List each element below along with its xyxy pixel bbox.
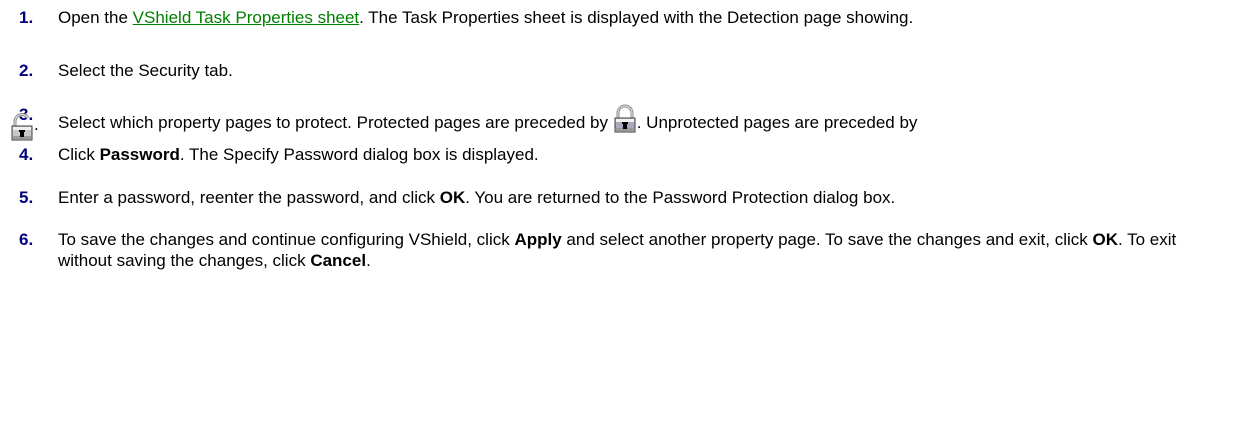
open-padlock-icon: [10, 112, 34, 142]
step-text-part: and select another property page. To sav…: [561, 230, 1093, 249]
step-text-part: . The Task Properties sheet is displayed…: [359, 8, 914, 27]
step-text-part: . The Specify Password dialog box is dis…: [179, 145, 539, 164]
ok-label: OK: [439, 188, 466, 207]
step-number: 4.: [19, 145, 34, 164]
step-number: 6.: [19, 230, 34, 249]
step-number: 1.: [19, 8, 34, 27]
step-text: To save the changes and continue configu…: [58, 229, 1209, 271]
step-number: 2.: [19, 61, 34, 80]
period: .: [34, 115, 39, 134]
step-number: 5.: [19, 188, 34, 207]
password-label: Password: [99, 145, 180, 164]
step-text-part: .: [366, 251, 371, 270]
apply-label: Apply: [514, 230, 562, 249]
step-text-part: . You are returned to the Password Prote…: [465, 188, 896, 207]
step-text-part: Open the: [58, 8, 133, 27]
step-text: Open the VShield Task Properties sheet. …: [58, 7, 1209, 28]
step-text: Enter a password, reenter the password, …: [58, 187, 1209, 208]
cancel-label: Cancel: [310, 251, 367, 270]
step-text-part: To save the changes and continue configu…: [58, 230, 515, 249]
step-text-part: Enter a password, reenter the password, …: [58, 188, 440, 207]
procedure-steps: 1. Open the VShield Task Properties shee…: [0, 0, 1249, 429]
step-text-part: Click: [58, 145, 100, 164]
step-text-part: Select which property pages to protect. …: [58, 113, 613, 132]
step-text-part: . Unprotected pages are preceded by: [636, 113, 918, 132]
ok-label: OK: [1092, 230, 1118, 249]
step-text: Select the Security tab.: [58, 61, 233, 80]
unprotected-marker-line: .: [10, 112, 39, 141]
vshield-task-properties-link[interactable]: VShield Task Properties sheet: [133, 8, 359, 27]
closed-padlock-icon: [613, 104, 637, 135]
step-text: Select which property pages to protect. …: [58, 104, 1209, 135]
step-text: Click Password. The Specify Password dia…: [58, 144, 1209, 165]
